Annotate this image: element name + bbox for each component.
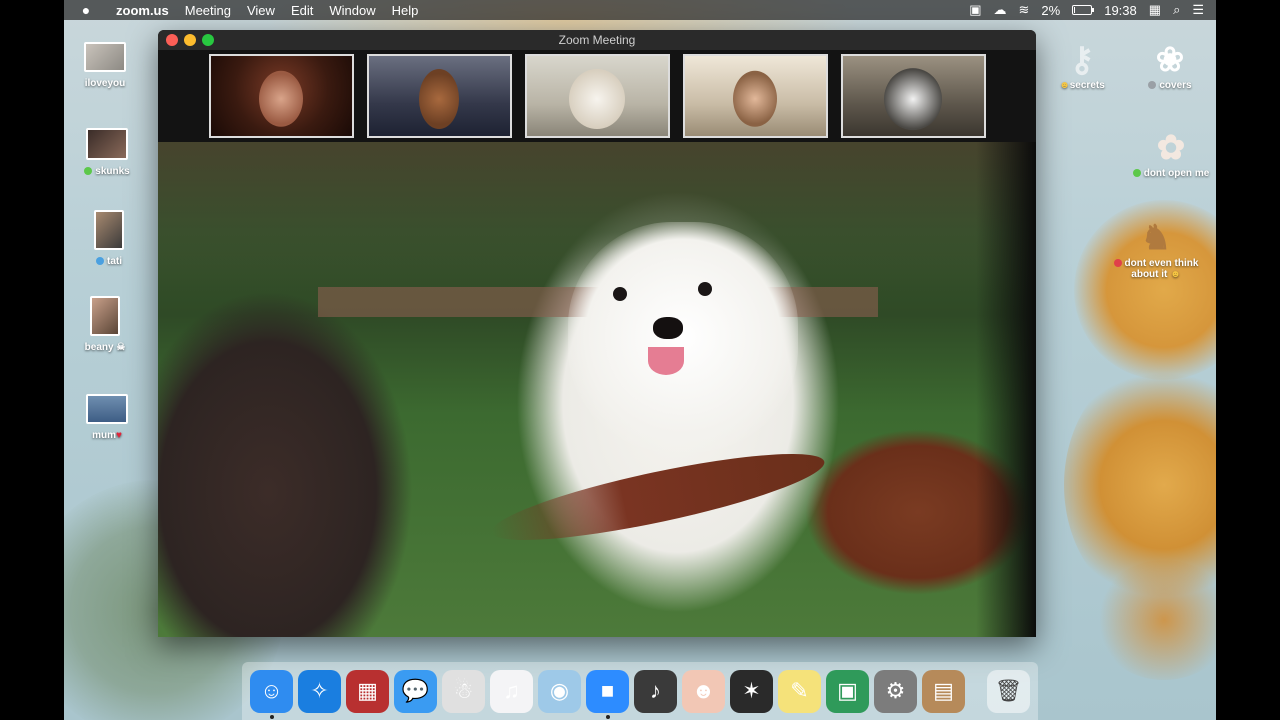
participant-tile[interactable] — [366, 54, 512, 138]
red-tag-icon — [1113, 259, 1122, 268]
desktop-item-thumbnail — [90, 296, 120, 336]
desktop-item-tati[interactable]: tati — [66, 210, 152, 267]
menu-edit[interactable]: Edit — [283, 3, 321, 18]
key-icon: ⚷ — [1069, 41, 1095, 79]
desktop-item-label: secrets — [1069, 80, 1105, 91]
notification-center-icon[interactable]: ☰ — [1192, 2, 1204, 18]
participant-tile[interactable] — [208, 54, 354, 138]
close-window-button[interactable] — [166, 34, 178, 46]
thinking-emoji-icon: ☻ — [1167, 269, 1181, 280]
spotlight-search-icon[interactable]: ⌕ — [1173, 2, 1180, 18]
preview-icon[interactable]: ▣ — [826, 669, 869, 713]
desktop-item-label: skunks — [95, 166, 130, 177]
skull-emoji-icon: ☠ — [113, 342, 126, 353]
photo-booth-icon[interactable]: ▦ — [346, 669, 389, 713]
clock[interactable]: 19:38 — [1104, 3, 1137, 18]
desktop-item-label: iloveyou — [84, 78, 126, 89]
maximize-window-button[interactable] — [202, 34, 214, 46]
desktop-item-label: dont even think about it — [1124, 258, 1199, 280]
wifi-icon[interactable]: ≋ — [1019, 2, 1030, 18]
face-app-icon[interactable]: ☻ — [682, 669, 725, 713]
heart-emoji-icon: ♥ — [115, 430, 122, 441]
desktop-item-dont-open-me[interactable]: ✿ dont open me — [1116, 128, 1226, 179]
desktop-item-thumbnail — [94, 210, 124, 250]
menu-help[interactable]: Help — [384, 3, 427, 18]
desktop-item-beany[interactable]: beany ☠ — [62, 296, 148, 353]
trash-icon[interactable]: 🗑 — [987, 669, 1030, 713]
participant-strip — [158, 50, 1036, 142]
desktop-item-label: beany — [84, 342, 114, 353]
system-preferences-icon[interactable]: ⚙ — [874, 669, 917, 713]
battery-icon[interactable] — [1072, 5, 1095, 15]
window-titlebar[interactable]: Zoom Meeting — [158, 30, 1036, 50]
participant-tile[interactable] — [524, 54, 670, 138]
lion-icon: ♞ — [1140, 219, 1172, 257]
zoom-icon[interactable]: ■ — [586, 669, 629, 719]
desktop-item-label: covers — [1159, 80, 1192, 91]
zoom-status-icon[interactable]: ▣ — [969, 2, 981, 18]
minimize-window-button[interactable] — [184, 34, 196, 46]
desktop-item-dont-even-think[interactable]: ♞ dont even think about it ☻ — [1104, 218, 1208, 280]
battery-percent: 2% — [1041, 2, 1061, 18]
participant-tile[interactable] — [840, 54, 986, 138]
desktop-item-label: tati — [107, 256, 122, 267]
calendar-icon[interactable]: ▦ — [1149, 2, 1161, 18]
mascot-icon[interactable]: ☃ — [442, 669, 485, 713]
apple-menu-icon[interactable]: ● — [64, 2, 108, 18]
desktop-item-iloveyou[interactable]: iloveyou — [62, 42, 148, 89]
blue-tag-icon — [96, 257, 104, 266]
window-title: Zoom Meeting — [558, 33, 636, 47]
gray-tag-icon — [1148, 81, 1157, 90]
desktop-item-secrets[interactable]: ⚷ ☻secrets — [1050, 40, 1114, 91]
garageband-icon[interactable]: ♪ — [634, 669, 677, 713]
emoji-tag-icon: ☻ — [1059, 80, 1070, 91]
menu-window[interactable]: Window — [321, 3, 383, 18]
desktop-item-skunks[interactable]: skunks — [64, 128, 150, 177]
desktop-item-covers[interactable]: ❀ covers — [1128, 40, 1212, 91]
menu-bar: ● zoom.us Meeting View Edit Window Help … — [64, 0, 1216, 20]
menu-meeting[interactable]: Meeting — [177, 3, 239, 18]
active-speaker-video[interactable] — [158, 142, 1036, 637]
menu-view[interactable]: View — [239, 3, 283, 18]
desktop-item-thumbnail — [86, 128, 128, 160]
creative-cloud-icon[interactable]: ☁ — [994, 2, 1007, 18]
bunny-bowtie-icon: ✿ — [1156, 129, 1186, 167]
dock: ☺ ✧ ▦ 💬 ☃ ♫ ◉ ■ ♪ ☻ ✶ ✎ ▣ ⚙ ▤ 🗑 — [242, 662, 1038, 720]
green-tag-icon — [1132, 169, 1141, 178]
music-icon[interactable]: ♫ — [490, 669, 533, 713]
app-menu[interactable]: zoom.us — [108, 3, 177, 18]
desktop-item-mum[interactable]: mum♥ — [64, 394, 150, 441]
desktop-item-label: mum — [92, 430, 116, 441]
participant-tile[interactable] — [682, 54, 828, 138]
safari-icon[interactable]: ✧ — [298, 669, 341, 713]
mascot-seal-icon[interactable]: ◉ — [538, 669, 581, 713]
bunny-icon: ❀ — [1155, 41, 1185, 79]
contacts-icon[interactable]: ▤ — [922, 669, 965, 713]
stickies-icon[interactable]: ✎ — [778, 669, 821, 713]
messages-icon[interactable]: 💬 — [394, 669, 437, 713]
photo-app-icon[interactable]: ✶ — [730, 669, 773, 713]
zoom-meeting-window: Zoom Meeting — [158, 30, 1036, 637]
green-tag-icon — [84, 167, 93, 176]
desktop-item-label: dont open me — [1143, 168, 1210, 179]
desktop-item-thumbnail — [86, 394, 128, 424]
desktop-item-thumbnail — [84, 42, 126, 72]
finder-icon[interactable]: ☺ — [250, 669, 293, 719]
